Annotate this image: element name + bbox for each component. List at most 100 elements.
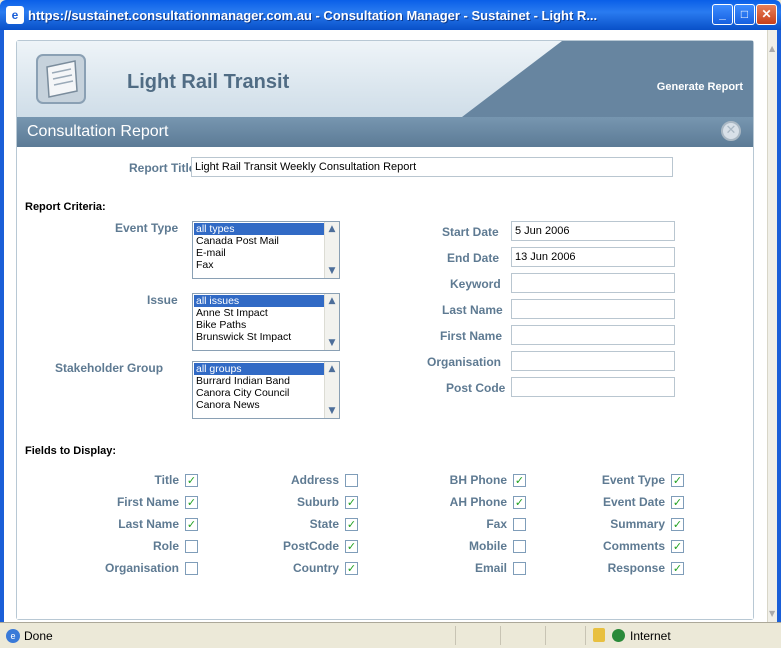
window-close-button[interactable]: ✕	[756, 4, 777, 25]
field-checkbox[interactable]	[513, 518, 526, 531]
section-title: Consultation Report	[27, 123, 169, 140]
report-title-input[interactable]: Light Rail Transit Weekly Consultation R…	[191, 157, 673, 177]
issue-scrollbar[interactable]: ▲ ▼	[324, 294, 339, 350]
field-label: Suburb	[297, 495, 339, 509]
field-checkbox[interactable]	[185, 540, 198, 553]
status-divider	[545, 626, 546, 645]
stakeholder-label: Stakeholder Group	[55, 361, 164, 375]
close-icon[interactable]: ✕	[721, 121, 741, 141]
field-checkbox[interactable]	[185, 562, 198, 575]
status-divider	[455, 626, 456, 645]
fields-heading: Fields to Display:	[25, 445, 117, 457]
field-label: First Name	[116, 495, 179, 509]
end-date-label: End Date	[447, 251, 500, 265]
window-frame-right	[777, 30, 781, 622]
chevron-down-icon[interactable]: ▼	[325, 336, 339, 350]
maximize-button[interactable]: □	[734, 4, 755, 25]
title-bar: e https://sustainet.consultationmanager.…	[0, 0, 781, 30]
list-option[interactable]: all groups	[194, 363, 324, 375]
start-date-input[interactable]: 5 Jun 2006	[511, 221, 675, 241]
field-checkbox[interactable]: ✓	[671, 540, 684, 553]
field-checkbox[interactable]: ✓	[185, 474, 198, 487]
list-option[interactable]: all types	[194, 223, 324, 235]
page-status-icon: e	[6, 629, 20, 643]
list-option[interactable]: Fax	[194, 259, 324, 271]
field-checkbox[interactable]: ✓	[513, 474, 526, 487]
page-scrollbar[interactable]: ▲ ▼	[767, 30, 777, 622]
status-divider	[585, 626, 586, 645]
status-text: Done	[24, 629, 53, 643]
report-title-label: Report Title	[129, 161, 196, 175]
field-checkbox[interactable]: ✓	[671, 562, 684, 575]
issue-select[interactable]: all issues Anne St Impact Bike Paths Brunsw…	[192, 293, 340, 351]
keyword-input[interactable]	[511, 273, 675, 293]
field-label: Event Date	[602, 495, 665, 509]
field-label: Address	[290, 473, 339, 487]
field-checkbox[interactable]: ✓	[345, 496, 358, 509]
list-option[interactable]: Burrard Indian Band	[194, 375, 324, 387]
first-name-input[interactable]	[511, 325, 675, 345]
end-date-input[interactable]: 13 Jun 2006	[511, 247, 675, 267]
first-name-label: First Name	[440, 329, 503, 343]
stakeholder-scrollbar[interactable]: ▲ ▼	[324, 362, 339, 418]
field-checkbox[interactable]	[345, 474, 358, 487]
field-checkbox[interactable]: ✓	[671, 518, 684, 531]
post-code-label: Post Code	[446, 381, 506, 395]
field-label: Role	[152, 539, 179, 553]
field-checkbox[interactable]: ✓	[185, 518, 198, 531]
generate-report-link[interactable]: Generate Report	[657, 81, 743, 93]
event-type-select[interactable]: all types Canada Post Mail E-mail Fax ▲ ▼	[192, 221, 340, 279]
list-option[interactable]: E-mail	[194, 247, 324, 259]
list-option[interactable]: all issues	[194, 295, 324, 307]
organisation-label: Organisation	[427, 355, 502, 369]
list-option[interactable]: Canora City Council	[194, 387, 324, 399]
post-code-input[interactable]	[511, 377, 675, 397]
app-header: Light Rail Transit Generate Report	[17, 41, 753, 117]
chevron-up-icon[interactable]: ▲	[769, 44, 775, 53]
field-checkbox[interactable]: ✓	[671, 474, 684, 487]
app-title: Light Rail Transit	[127, 71, 290, 93]
event-type-scrollbar[interactable]: ▲ ▼	[324, 222, 339, 278]
last-name-input[interactable]	[511, 299, 675, 319]
list-option[interactable]: Canora News	[194, 399, 324, 411]
status-divider	[500, 626, 501, 645]
field-label: Event Type	[601, 473, 665, 487]
chevron-up-icon[interactable]: ▲	[325, 362, 339, 376]
organisation-input[interactable]	[511, 351, 675, 371]
document-logo-icon	[36, 54, 86, 104]
lock-icon	[593, 628, 605, 642]
field-checkbox[interactable]: ✓	[513, 496, 526, 509]
list-option[interactable]: Anne St Impact	[194, 307, 324, 319]
field-label: Mobile	[469, 539, 507, 553]
chevron-up-icon[interactable]: ▲	[325, 294, 339, 308]
field-checkbox[interactable]: ✓	[671, 496, 684, 509]
last-name-label: Last Name	[442, 303, 503, 317]
field-checkbox[interactable]: ✓	[185, 496, 198, 509]
stakeholder-options: all groups Burrard Indian Band Canora City…	[194, 363, 324, 411]
event-type-label: Event Type	[115, 221, 179, 235]
report-form: Report Title Light Rail Transit Weekly C…	[17, 147, 753, 619]
field-checkbox[interactable]: ✓	[345, 540, 358, 553]
chevron-down-icon[interactable]: ▼	[769, 609, 775, 618]
field-label: Email	[474, 561, 507, 575]
stakeholder-select[interactable]: all groups Burrard Indian Band Canora City…	[192, 361, 340, 419]
minimize-button[interactable]: _	[712, 4, 733, 25]
field-checkbox[interactable]: ✓	[345, 562, 358, 575]
list-option[interactable]: Canada Post Mail	[194, 235, 324, 247]
criteria-heading: Report Criteria:	[25, 201, 106, 213]
field-label: AH Phone	[449, 495, 507, 509]
field-label: BH Phone	[449, 473, 507, 487]
field-label: Country	[293, 561, 339, 575]
chevron-up-icon[interactable]: ▲	[325, 222, 339, 236]
field-checkbox[interactable]	[513, 562, 526, 575]
field-checkbox[interactable]: ✓	[345, 518, 358, 531]
report-panel: Light Rail Transit Generate Report Consu…	[16, 40, 754, 620]
list-option[interactable]: Bike Paths	[194, 319, 324, 331]
page-viewport: Light Rail Transit Generate Report Consu…	[4, 30, 767, 622]
browser-app-icon: e	[6, 6, 24, 24]
chevron-down-icon[interactable]: ▼	[325, 404, 339, 418]
chevron-down-icon[interactable]: ▼	[325, 264, 339, 278]
field-label: PostCode	[282, 539, 339, 553]
field-checkbox[interactable]	[513, 540, 526, 553]
list-option[interactable]: Brunswick St Impact	[194, 331, 324, 343]
